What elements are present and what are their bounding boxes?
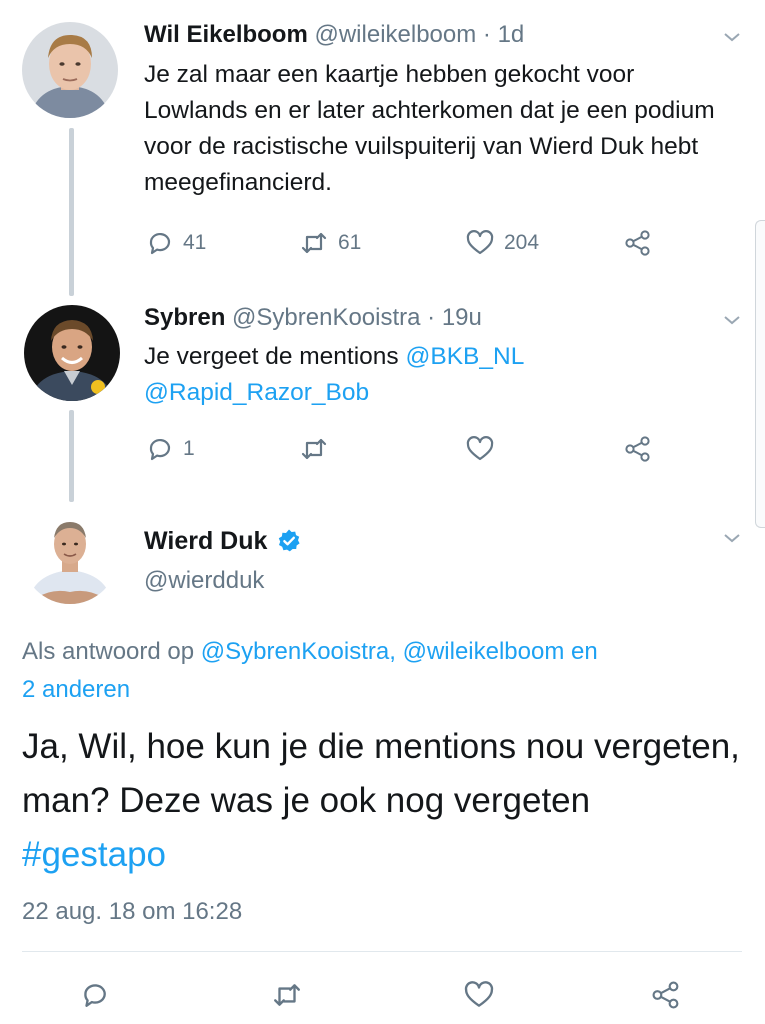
share-icon	[625, 230, 650, 256]
display-name[interactable]: Sybren	[144, 304, 225, 331]
thread-connector-line	[69, 128, 74, 296]
tweet-timestamp[interactable]: 22 aug. 18 om 16:28	[22, 895, 242, 929]
avatar[interactable]	[22, 22, 118, 118]
verified-badge-icon	[279, 529, 300, 552]
tweet-text-prefix: Je vergeet de mentions	[144, 343, 406, 370]
reply-count: 41	[183, 231, 207, 254]
tweet-text: Je vergeet de mentions @BKB_NL @Rapid_Ra…	[144, 339, 744, 411]
thread-connector-line	[69, 410, 74, 502]
like-button[interactable]: 204	[466, 229, 539, 257]
mention-link[interactable]: @BKB_NL	[406, 343, 525, 370]
reply-button[interactable]: 1	[145, 435, 195, 463]
like-button[interactable]	[466, 435, 494, 463]
retweet-icon	[274, 984, 300, 1006]
display-name-row: Wierd Duk	[144, 524, 302, 558]
like-count: 204	[504, 231, 540, 254]
like-icon	[466, 230, 494, 255]
like-button[interactable]	[464, 980, 494, 1015]
share-button[interactable]	[651, 980, 681, 1015]
divider	[22, 951, 742, 952]
retweet-button[interactable]	[300, 435, 328, 463]
reply-context-connector: en	[564, 638, 598, 665]
reply-icon	[149, 438, 171, 461]
display-name[interactable]: Wierd Duk	[144, 527, 267, 555]
tweet-header: Wil Eikelboom @wileikelboom · 1d	[144, 19, 524, 51]
reply-icon	[84, 984, 106, 1007]
reply-icon	[149, 232, 171, 255]
tweet-time[interactable]: · 19u	[427, 304, 482, 331]
like-icon	[466, 436, 494, 461]
avatar[interactable]	[22, 508, 118, 604]
chevron-down-icon[interactable]	[722, 531, 742, 545]
tweet-header: Sybren @SybrenKooistra · 19u	[144, 302, 482, 334]
reply-context: Als antwoord op @SybrenKooistra, @wileik…	[22, 633, 742, 709]
share-button[interactable]	[624, 229, 652, 257]
reply-context-prefix: Als antwoord op	[22, 638, 201, 665]
retweet-icon	[301, 438, 327, 460]
share-button[interactable]	[624, 435, 652, 463]
reply-others-link[interactable]: 2 anderen	[22, 676, 130, 703]
chevron-down-icon[interactable]	[722, 313, 742, 327]
mention-link[interactable]: @Rapid_Razor_Bob	[144, 379, 369, 406]
retweet-button[interactable]	[272, 980, 302, 1015]
reply-count: 1	[183, 437, 195, 460]
main-tweet-text: Ja, Wil, hoe kun je die mentions nou ver…	[22, 720, 742, 882]
user-handle[interactable]: @SybrenKooistra	[232, 304, 420, 331]
user-handle[interactable]: @wierdduk	[144, 565, 264, 597]
retweet-icon	[301, 232, 327, 254]
mention-link[interactable]: @SybrenKooistra,	[201, 638, 396, 665]
hashtag-link[interactable]: #gestapo	[22, 835, 166, 874]
avatar[interactable]	[24, 305, 120, 401]
tweet-text: Je zal maar een kaartje hebben gekocht v…	[144, 61, 715, 196]
tweet-text: Ja, Wil, hoe kun je die mentions nou ver…	[22, 727, 740, 820]
share-icon	[625, 436, 650, 462]
reply-button[interactable]	[79, 980, 109, 1015]
chevron-down-icon[interactable]	[722, 30, 742, 44]
display-name[interactable]: Wil Eikelboom	[144, 21, 308, 48]
tweet-time[interactable]: · 1d	[483, 21, 524, 48]
like-icon	[464, 981, 494, 1007]
retweet-button[interactable]: 61	[300, 229, 361, 257]
share-icon	[652, 981, 679, 1009]
retweet-count: 61	[338, 231, 362, 254]
user-handle[interactable]: @wileikelboom	[314, 21, 476, 48]
scrollbar[interactable]	[755, 220, 765, 528]
mention-link[interactable]: @wileikelboom	[403, 638, 565, 665]
reply-button[interactable]: 41	[145, 229, 206, 257]
